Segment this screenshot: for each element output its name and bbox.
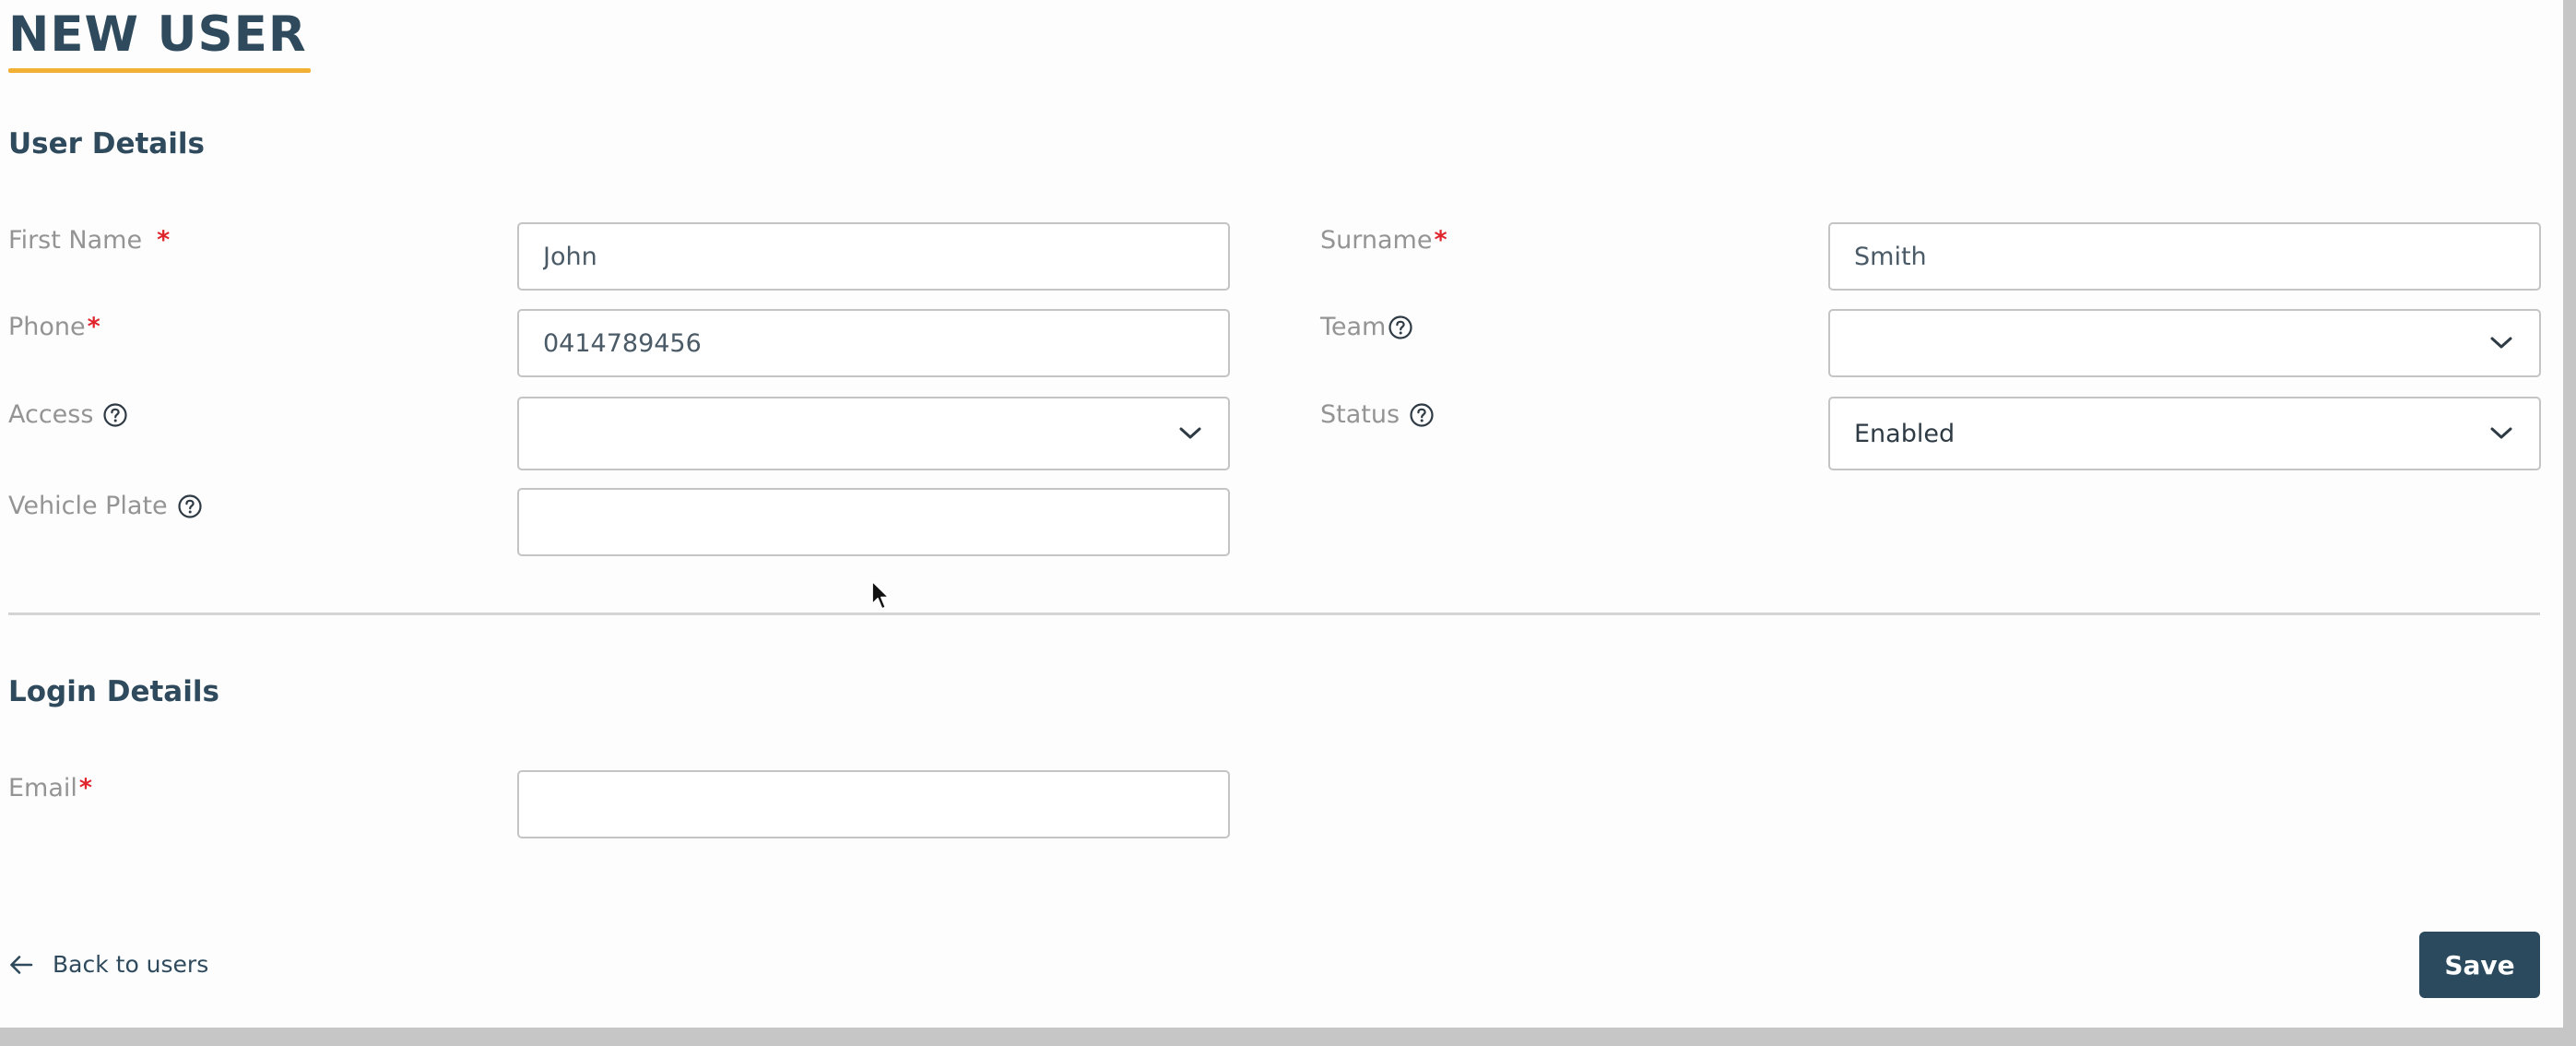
question-circle-icon bbox=[178, 494, 202, 518]
save-button[interactable]: Save bbox=[2419, 932, 2540, 998]
required-marker: * bbox=[157, 226, 171, 255]
help-icon[interactable] bbox=[102, 402, 128, 428]
phone-label: Phone * bbox=[8, 309, 100, 346]
vehicle-plate-label-text: Vehicle Plate bbox=[8, 492, 168, 520]
page-title: NEW USER bbox=[8, 6, 307, 63]
email-label-text: Email bbox=[8, 774, 77, 802]
vehicle-plate-label: Vehicle Plate bbox=[8, 488, 203, 525]
help-icon[interactable] bbox=[177, 493, 203, 519]
surname-label-text: Surname bbox=[1320, 226, 1433, 255]
back-to-users-link[interactable]: Back to users bbox=[8, 946, 208, 983]
status-select[interactable]: Enabled bbox=[1828, 397, 2541, 470]
access-label: Access bbox=[8, 397, 128, 434]
status-label-text: Status bbox=[1320, 400, 1400, 429]
phone-input[interactable] bbox=[517, 309, 1230, 377]
back-to-users-label: Back to users bbox=[53, 951, 209, 978]
required-marker: * bbox=[78, 774, 93, 802]
phone-label-text: Phone bbox=[8, 313, 86, 341]
team-label-text: Team bbox=[1320, 313, 1387, 341]
new-user-page: NEW USER User Details First Name * Surna… bbox=[0, 0, 2563, 1028]
team-select[interactable] bbox=[1828, 309, 2541, 377]
required-marker: * bbox=[1434, 226, 1448, 255]
login-details-heading: Login Details bbox=[8, 675, 219, 708]
first-name-label: First Name * bbox=[8, 222, 170, 259]
first-name-input[interactable] bbox=[517, 222, 1230, 291]
access-label-text: Access bbox=[8, 400, 94, 429]
user-details-heading: User Details bbox=[8, 127, 205, 160]
question-circle-icon bbox=[1410, 403, 1434, 427]
chevron-down-icon bbox=[2490, 427, 2512, 439]
status-label: Status bbox=[1320, 397, 1435, 434]
status-select-value: Enabled bbox=[1854, 419, 1956, 448]
surname-input[interactable] bbox=[1828, 222, 2541, 291]
question-circle-icon bbox=[103, 403, 128, 427]
mouse-pointer-icon bbox=[871, 580, 890, 610]
arrow-left-icon bbox=[10, 956, 33, 974]
first-name-label-text: First Name bbox=[8, 226, 143, 255]
help-icon[interactable] bbox=[1388, 315, 1413, 340]
access-select[interactable] bbox=[517, 397, 1230, 470]
email-label: Email * bbox=[8, 770, 92, 807]
chevron-down-icon bbox=[1179, 427, 1201, 439]
help-icon[interactable] bbox=[1409, 402, 1435, 428]
team-label: Team bbox=[1320, 309, 1413, 346]
surname-label: Surname * bbox=[1320, 222, 1448, 259]
question-circle-icon bbox=[1388, 315, 1412, 339]
section-divider bbox=[8, 612, 2540, 615]
email-input[interactable] bbox=[517, 770, 1230, 838]
required-marker: * bbox=[87, 313, 100, 341]
chevron-down-icon bbox=[2490, 337, 2512, 349]
vehicle-plate-input[interactable] bbox=[517, 488, 1230, 556]
title-underline bbox=[8, 68, 311, 73]
